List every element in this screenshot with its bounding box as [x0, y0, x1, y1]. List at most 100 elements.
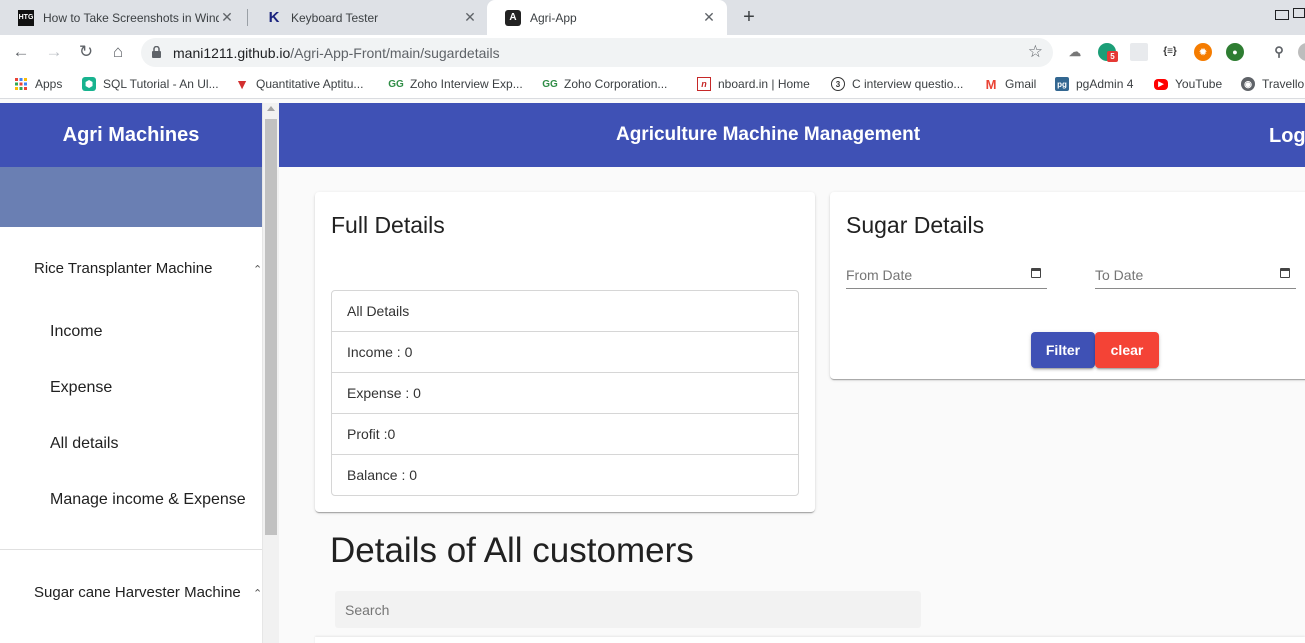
bookmark-label: Quantitative Aptitu... — [256, 77, 364, 91]
filter-button[interactable]: Filter — [1031, 332, 1095, 368]
maximize-window-icon[interactable] — [1293, 8, 1305, 18]
chevron-up-icon[interactable]: ⌃ — [253, 587, 262, 600]
restore-window-icon[interactable] — [1275, 10, 1289, 20]
gfg-favicon-icon: GG — [388, 78, 404, 90]
sidebar-scrollbar[interactable] — [262, 103, 279, 643]
sidebar-band — [0, 167, 262, 227]
list-item[interactable]: Income : 0 — [332, 332, 798, 373]
list-item[interactable]: Balance : 0 — [332, 455, 798, 496]
forward-arrow-icon[interactable]: → — [44, 42, 64, 62]
bookmark-sql-tutorial[interactable]: ⬢ SQL Tutorial - An Ul... — [82, 76, 219, 92]
sidebar-item-expense[interactable]: Expense — [50, 379, 112, 397]
browser-tab-agri-app[interactable]: A Agri-App ✕ — [487, 0, 727, 35]
close-tab-icon[interactable]: ✕ — [219, 9, 235, 26]
url-host: mani1211.github.io — [173, 45, 291, 61]
keyboard-tester-favicon-icon: K — [268, 9, 280, 26]
sidebar-divider — [0, 549, 262, 550]
browser-tab-strip: HTG How to Take Screenshots in Windo ✕ K… — [0, 0, 1305, 35]
bookmark-travello[interactable]: ◉ Travello — [1241, 76, 1304, 92]
browser-tab-htg[interactable]: HTG How to Take Screenshots in Windo ✕ — [0, 0, 245, 35]
bookmark-zoho-corporation[interactable]: GG Zoho Corporation... — [542, 76, 668, 92]
profile-avatar-icon[interactable] — [1298, 43, 1305, 61]
extension-cloud-icon[interactable]: ☁ — [1066, 43, 1084, 61]
bookmark-label: Apps — [35, 77, 63, 91]
bookmark-nboard[interactable]: n nboard.in | Home — [697, 76, 810, 92]
bookmark-quantitative-aptitude[interactable]: ▼ Quantitative Aptitu... — [235, 76, 363, 92]
bookmark-c-interview[interactable]: 3 C interview questio... — [831, 76, 963, 92]
bookmark-gmail[interactable]: M Gmail — [984, 76, 1037, 92]
password-key-icon[interactable]: ⚲ — [1270, 43, 1288, 61]
app-header: Agriculture Machine Management Logout — [279, 103, 1305, 167]
extension-globe-icon[interactable]: ● — [1226, 43, 1244, 61]
list-item[interactable]: Profit :0 — [332, 414, 798, 455]
extension-orange-icon[interactable]: ✹ — [1194, 43, 1212, 61]
bookmark-label: Travello — [1262, 77, 1305, 91]
customers-title: Details of All customers — [330, 531, 694, 570]
globe-favicon-icon: ◉ — [1241, 77, 1255, 91]
search-input[interactable]: Search — [335, 591, 921, 628]
calendar-icon[interactable] — [1280, 268, 1290, 278]
bookmark-pgadmin[interactable]: pg pgAdmin 4 — [1055, 76, 1133, 92]
main-content: Full Details All Details Income : 0 Expe… — [279, 167, 1305, 643]
from-date-placeholder: From Date — [846, 267, 913, 283]
calendar-icon[interactable] — [1031, 268, 1041, 278]
json-extension-icon[interactable]: {≡} — [1161, 43, 1179, 61]
to-date-field[interactable]: To Date — [1095, 265, 1296, 289]
bookmark-youtube[interactable]: ▶ YouTube — [1154, 76, 1222, 92]
from-date-field[interactable]: From Date — [846, 265, 1047, 289]
list-item[interactable]: Expense : 0 — [332, 373, 798, 414]
bookmark-label: nboard.in | Home — [718, 77, 810, 91]
new-tab-button[interactable]: + — [738, 5, 760, 29]
bookmark-label: Zoho Corporation... — [564, 77, 668, 91]
htg-favicon-icon: HTG — [18, 9, 34, 26]
bookmark-label: Zoho Interview Exp... — [410, 77, 523, 91]
close-tab-icon[interactable]: ✕ — [701, 9, 717, 26]
sidebar-menu: Rice Transplanter Machine ⌃ Income Expen… — [0, 227, 262, 643]
c-favicon-icon: 3 — [831, 77, 845, 91]
sidebar-item-all-details[interactable]: All details — [50, 435, 118, 453]
page-title: Agriculture Machine Management — [615, 124, 921, 145]
sugar-details-title: Sugar Details — [846, 212, 985, 238]
browser-toolbar: ← → ↻ ⌂ mani1211.github.io/Agri-App-Fron… — [0, 35, 1305, 69]
sidebar-item-manage-income-expense[interactable]: Manage income & Expense — [50, 491, 246, 509]
tab-title: Keyboard Tester — [291, 10, 379, 25]
sugar-details-card: Sugar Details From Date To Date Filter c… — [830, 192, 1305, 379]
sidebar-section-sugar-cane-harvester[interactable]: Sugar cane Harvester Machine — [34, 584, 241, 601]
sidebar-item-income[interactable]: Income — [50, 323, 102, 341]
lock-icon — [152, 46, 161, 58]
close-tab-icon[interactable]: ✕ — [462, 9, 478, 26]
browser-tab-keyboard-tester[interactable]: K Keyboard Tester ✕ — [248, 0, 488, 35]
customers-table — [315, 637, 1305, 643]
extension-grid-icon[interactable] — [1130, 43, 1148, 61]
clear-button[interactable]: clear — [1095, 332, 1159, 368]
angular-favicon-icon: A — [505, 9, 521, 26]
indiabix-favicon-icon: ▼ — [235, 76, 249, 92]
to-date-placeholder: To Date — [1095, 267, 1144, 283]
bookmark-apps[interactable]: Apps — [14, 76, 62, 92]
tab-title: How to Take Screenshots in Windo — [43, 10, 219, 25]
logout-button[interactable]: Logout — [1269, 125, 1305, 148]
bookmark-label: pgAdmin 4 — [1076, 77, 1134, 91]
bookmark-label: SQL Tutorial - An Ul... — [103, 77, 219, 91]
list-item[interactable]: All Details — [332, 291, 798, 332]
reload-icon[interactable]: ↻ — [76, 42, 96, 62]
sidebar-section-rice-transplanter[interactable]: Rice Transplanter Machine — [34, 260, 212, 277]
scroll-up-arrow-icon[interactable] — [267, 106, 275, 111]
extension-badge: 5 — [1107, 51, 1118, 62]
pgadmin-favicon-icon: pg — [1055, 77, 1069, 91]
back-arrow-icon[interactable]: ← — [11, 42, 31, 62]
gmail-favicon-icon: M — [985, 76, 997, 92]
scrollbar-thumb[interactable] — [265, 119, 277, 535]
bookmark-zoho-interview[interactable]: GG Zoho Interview Exp... — [388, 76, 523, 92]
youtube-favicon-icon: ▶ — [1154, 78, 1168, 90]
bookmark-star-icon[interactable]: ☆ — [1028, 42, 1043, 62]
address-bar[interactable]: mani1211.github.io/Agri-App-Front/main/s… — [141, 38, 1053, 67]
url-text: mani1211.github.io/Agri-App-Front/main/s… — [173, 45, 500, 61]
full-details-card: Full Details All Details Income : 0 Expe… — [315, 192, 815, 512]
gfg-favicon-icon: GG — [542, 78, 558, 90]
home-icon[interactable]: ⌂ — [108, 42, 128, 62]
full-details-title: Full Details — [331, 212, 445, 238]
chevron-up-icon[interactable]: ⌃ — [253, 263, 262, 276]
grammarly-extension-icon[interactable]: 5 — [1098, 43, 1118, 62]
bookmark-label: YouTube — [1175, 77, 1223, 91]
